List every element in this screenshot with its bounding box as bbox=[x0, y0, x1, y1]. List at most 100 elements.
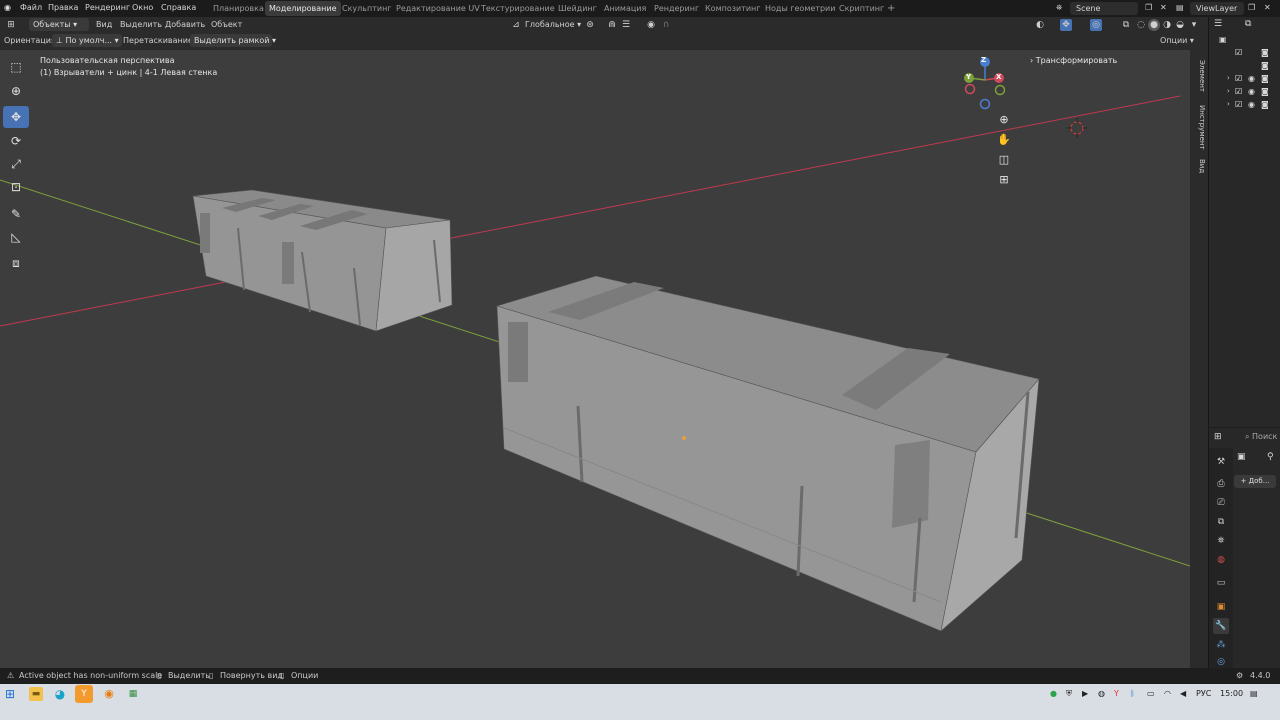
mode-selector[interactable]: Объекты ▾ bbox=[29, 18, 89, 31]
tray-app-icon[interactable]: ● bbox=[1050, 689, 1057, 698]
transform-orientation-dropdown[interactable]: Глобальное ▾ bbox=[525, 20, 581, 29]
new-view-layer-icon[interactable]: ❐ bbox=[1248, 3, 1255, 12]
transform-tool-icon[interactable]: ⊡ bbox=[3, 176, 29, 198]
navigation-gizmo[interactable] bbox=[964, 57, 1006, 110]
notification-icon[interactable]: ▤ bbox=[1250, 689, 1258, 698]
output-props-icon[interactable]: ⎚ bbox=[1213, 495, 1229, 511]
blender-logo-icon[interactable]: ◉ bbox=[4, 3, 11, 12]
volume-icon[interactable]: ◀ bbox=[1180, 689, 1186, 698]
tab-view[interactable]: Вид bbox=[1192, 156, 1206, 176]
small-crate[interactable] bbox=[192, 189, 453, 332]
tab-shading[interactable]: Шейдинг bbox=[554, 1, 601, 16]
eye-icon[interactable]: ◉ bbox=[1248, 74, 1255, 83]
file-explorer-icon[interactable]: ▬ bbox=[29, 687, 43, 701]
solid-shading-icon[interactable]: ● bbox=[1148, 19, 1160, 31]
add-cube-tool-icon[interactable]: ⧈ bbox=[3, 252, 29, 274]
render-props-icon[interactable]: ⎙ bbox=[1213, 476, 1229, 492]
tool-props-icon[interactable]: ⚒ bbox=[1213, 454, 1229, 470]
delete-view-layer-icon[interactable]: ✕ bbox=[1264, 3, 1271, 12]
world-props-icon[interactable]: ◍ bbox=[1213, 552, 1229, 568]
scale-tool-icon[interactable]: ⤢ bbox=[3, 153, 29, 175]
collection-checkbox-icon[interactable]: ☑ bbox=[1235, 74, 1242, 83]
tray-steam-icon[interactable]: ◍ bbox=[1098, 689, 1105, 698]
clock[interactable]: 15:00 bbox=[1220, 689, 1243, 698]
render-icon[interactable]: ◙ bbox=[1261, 61, 1269, 70]
overlay-toggle-icon[interactable]: ◎ bbox=[1090, 19, 1102, 31]
add-workspace-button[interactable]: + bbox=[883, 1, 899, 16]
zoom-icon[interactable]: ⊕ bbox=[993, 109, 1015, 131]
scene-props-icon[interactable]: ⛯ bbox=[1213, 533, 1229, 549]
tab-geometry-nodes[interactable]: Ноды геометрии bbox=[761, 1, 839, 16]
material-shading-icon[interactable]: ◑ bbox=[1161, 19, 1173, 31]
tab-modeling[interactable]: Моделирование bbox=[265, 1, 341, 16]
tray-shield-icon[interactable]: ⛨ bbox=[1066, 689, 1072, 699]
tab-sculpting[interactable]: Скульптинг bbox=[338, 1, 396, 16]
settings-icon[interactable]: ⚙ bbox=[1236, 671, 1243, 680]
eye-icon[interactable]: ◉ bbox=[1248, 87, 1255, 96]
new-scene-icon[interactable]: ❐ bbox=[1145, 3, 1152, 12]
properties-editor[interactable]: ⊞ ⌕ Поиск ▣ ⚲ + Доб... ⚒ ⎙ ⎚ ⧉ ⛯ ◍ ▭ ▣ 🔧… bbox=[1208, 428, 1280, 668]
delete-scene-icon[interactable]: ✕ bbox=[1160, 3, 1167, 12]
view-layer-selector[interactable]: ViewLayer bbox=[1190, 2, 1244, 15]
wireframe-shading-icon[interactable]: ◌ bbox=[1135, 19, 1147, 31]
tab-texture-paint[interactable]: Текстурирование bbox=[477, 1, 559, 16]
select-box-tool-icon[interactable]: ⬚ bbox=[3, 56, 29, 78]
tab-compositing[interactable]: Композитинг bbox=[701, 1, 764, 16]
snap-target-icon[interactable]: ☰ bbox=[620, 19, 632, 31]
expand-icon[interactable]: › bbox=[1227, 87, 1230, 95]
battery-icon[interactable]: ▭ bbox=[1147, 689, 1155, 698]
menu-object[interactable]: Объект bbox=[211, 20, 242, 29]
eye-icon[interactable]: ◉ bbox=[1248, 100, 1255, 109]
options-dropdown[interactable]: Опции ▾ bbox=[1160, 36, 1194, 45]
tab-item[interactable]: Элемент bbox=[1192, 56, 1206, 96]
xray-icon[interactable]: ⧉ bbox=[1120, 19, 1132, 31]
menu-edit[interactable]: Правка bbox=[48, 3, 78, 12]
tray-yandex-icon[interactable]: Y bbox=[1114, 689, 1119, 698]
scene-icon[interactable]: ⛯ bbox=[1056, 3, 1062, 13]
add-modifier-button[interactable]: + Доб... bbox=[1234, 475, 1276, 488]
hand-icon[interactable]: ✋ bbox=[993, 129, 1015, 151]
tab-uv-editing[interactable]: Редактирование UV bbox=[392, 1, 484, 16]
rotate-tool-icon[interactable]: ⟳ bbox=[3, 130, 29, 152]
editor-type-icon[interactable]: ⊞ bbox=[5, 19, 17, 31]
view-layer-props-icon[interactable]: ⧉ bbox=[1213, 514, 1229, 530]
menu-help[interactable]: Справка bbox=[161, 3, 196, 12]
menu-add[interactable]: Добавить bbox=[165, 20, 205, 29]
menu-file[interactable]: Файл bbox=[20, 3, 42, 12]
spreadsheet-app-icon[interactable]: ▦ bbox=[126, 687, 140, 701]
outliner[interactable]: ☰ ⧉ ▣ ☑ ◙ ◙ › ☑ ◉ ◙ › ☑ ◉ ◙ › ☑ ◉ ◙ bbox=[1208, 17, 1280, 427]
annotate-tool-icon[interactable]: ✎ bbox=[3, 203, 29, 225]
render-icon[interactable]: ◙ bbox=[1261, 87, 1269, 96]
properties-editor-icon[interactable]: ⊞ bbox=[1214, 432, 1222, 442]
drag-dropdown[interactable]: Выделить рамкой ▾ bbox=[190, 34, 276, 47]
start-icon[interactable]: ⊞ bbox=[3, 687, 17, 701]
render-icon[interactable]: ◙ bbox=[1261, 48, 1269, 57]
tab-tool[interactable]: Инструмент bbox=[1192, 102, 1206, 152]
transform-panel-header[interactable]: › Трансформировать bbox=[1030, 56, 1117, 65]
pivot-icon[interactable]: ⊛ bbox=[584, 19, 596, 31]
menu-view[interactable]: Вид bbox=[96, 20, 112, 29]
outliner-display-mode-icon[interactable]: ⧉ bbox=[1245, 19, 1251, 29]
scene-selector[interactable]: Scene bbox=[1070, 2, 1138, 15]
wifi-icon[interactable]: ◠ bbox=[1164, 689, 1171, 698]
yandex-browser-icon[interactable]: Y bbox=[75, 685, 93, 703]
gizmo-toggle-icon[interactable]: ✥ bbox=[1060, 19, 1072, 31]
collection-checkbox-icon[interactable]: ☑ bbox=[1235, 100, 1242, 109]
tab-layout[interactable]: Планировка bbox=[209, 1, 268, 16]
menu-window[interactable]: Окно bbox=[132, 3, 153, 12]
menu-render[interactable]: Рендеринг bbox=[85, 3, 130, 12]
edge-icon[interactable]: ◕ bbox=[53, 687, 67, 701]
expand-icon[interactable]: › bbox=[1227, 74, 1230, 82]
3d-viewport[interactable]: Z X Y Пользовательская перспектива (1) В… bbox=[0, 50, 1190, 668]
proportional-edit-icon[interactable]: ◉ bbox=[645, 19, 657, 31]
shading-options-icon[interactable]: ▾ bbox=[1188, 19, 1200, 31]
grid-icon[interactable]: ⊞ bbox=[993, 169, 1015, 191]
tab-rendering[interactable]: Рендеринг bbox=[650, 1, 703, 16]
cursor-tool-icon[interactable]: ⊕ bbox=[3, 80, 29, 102]
tray-media-icon[interactable]: ▶ bbox=[1082, 689, 1088, 698]
camera-icon[interactable]: ◫ bbox=[993, 149, 1015, 171]
view-layer-icon[interactable]: ▤ bbox=[1176, 3, 1184, 12]
move-tool-icon[interactable]: ✥ bbox=[3, 106, 29, 128]
visibility-icon[interactable]: ◐ bbox=[1034, 19, 1046, 31]
falloff-icon[interactable]: ∩ bbox=[660, 19, 672, 31]
